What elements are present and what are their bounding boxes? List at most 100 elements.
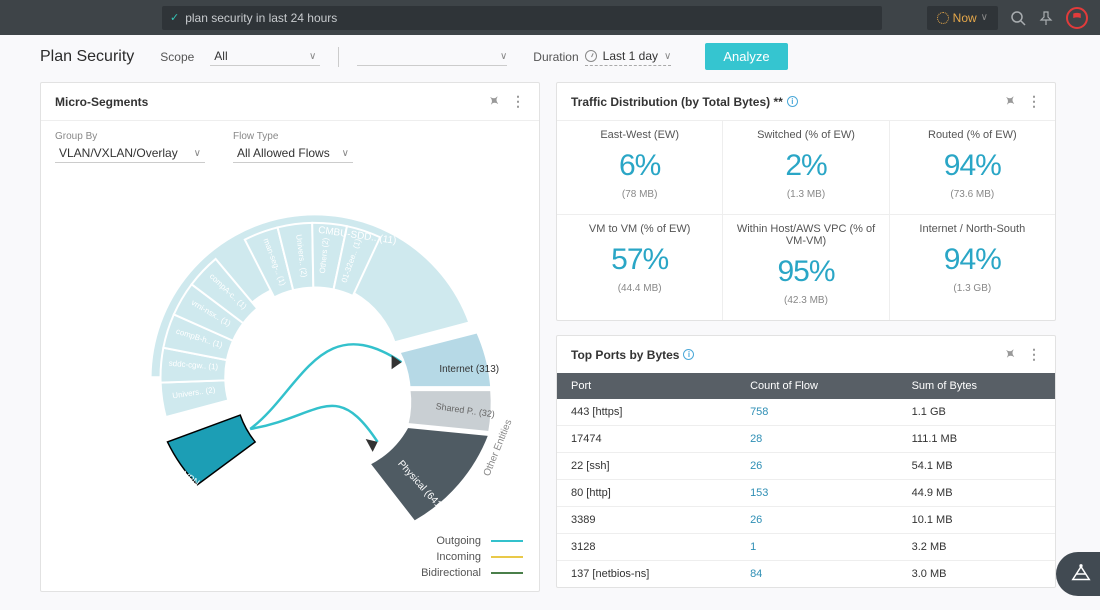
table-row[interactable]: 80 [http] 153 44.9 MB bbox=[557, 480, 1055, 507]
swatch-bidirectional bbox=[491, 572, 523, 574]
table-header[interactable]: Port bbox=[557, 373, 736, 399]
bytes-cell: 44.9 MB bbox=[898, 480, 1055, 507]
stat-value: 6% bbox=[567, 149, 712, 183]
micro-segments-chart[interactable]: CMBU-SDD.. (11) Internet (313) Shared P.… bbox=[41, 178, 539, 556]
pin-icon[interactable] bbox=[1038, 10, 1054, 26]
legend-bidirectional: Bidirectional bbox=[421, 567, 481, 579]
count-cell[interactable]: 28 bbox=[736, 426, 898, 453]
segment-arc[interactable] bbox=[161, 380, 229, 417]
count-cell[interactable]: 84 bbox=[736, 561, 898, 588]
stat-label: East-West (EW) bbox=[567, 129, 712, 141]
legend-outgoing: Outgoing bbox=[436, 535, 481, 547]
table-row[interactable]: 3128 1 3.2 MB bbox=[557, 534, 1055, 561]
page-title: Plan Security bbox=[40, 48, 134, 66]
port-cell: 80 [http] bbox=[557, 480, 736, 507]
scope-label: Scope bbox=[160, 50, 194, 64]
swatch-incoming bbox=[491, 556, 523, 558]
table-row[interactable]: 22 [ssh] 26 54.1 MB bbox=[557, 453, 1055, 480]
secondary-select[interactable]: ∨ bbox=[357, 48, 507, 66]
chevron-down-icon: ∨ bbox=[664, 51, 671, 62]
bytes-cell: 3.2 MB bbox=[898, 534, 1055, 561]
panel-header: Top Ports by Bytes i ✦ ⋮ bbox=[557, 336, 1055, 373]
table-header[interactable]: Sum of Bytes bbox=[898, 373, 1055, 399]
count-cell[interactable]: 26 bbox=[736, 453, 898, 480]
analyze-button[interactable]: Analyze bbox=[705, 43, 787, 70]
duration-label: Duration bbox=[533, 50, 578, 64]
table-row[interactable]: 3389 26 10.1 MB bbox=[557, 507, 1055, 534]
stat-sub: (1.3 MB) bbox=[733, 189, 878, 200]
scope-select[interactable]: All ∨ bbox=[210, 47, 320, 66]
stat-cell[interactable]: Routed (% of EW) 94% (73.6 MB) bbox=[890, 121, 1055, 214]
bytes-cell: 10.1 MB bbox=[898, 507, 1055, 534]
table-row[interactable]: 443 [https] 758 1.1 GB bbox=[557, 399, 1055, 426]
bytes-cell: 111.1 MB bbox=[898, 426, 1055, 453]
clock-icon bbox=[937, 12, 949, 24]
pin-icon[interactable]: ✦ bbox=[1000, 91, 1019, 111]
ports-table: PortCount of FlowSum of Bytes 443 [https… bbox=[557, 373, 1055, 587]
kebab-icon[interactable]: ⋮ bbox=[511, 93, 525, 110]
entity-physical[interactable] bbox=[370, 427, 490, 522]
pin-icon[interactable]: ✦ bbox=[484, 91, 503, 111]
top-bar: ✓ plan security in last 24 hours Now ∨ bbox=[0, 0, 1100, 35]
panel-actions: ✦ ⋮ bbox=[1004, 346, 1041, 363]
left-column: Micro-Segments ✦ ⋮ Group By VLAN/VXLAN/O… bbox=[40, 82, 540, 592]
count-cell[interactable]: 758 bbox=[736, 399, 898, 426]
top-ports-panel: Top Ports by Bytes i ✦ ⋮ PortCount of Fl… bbox=[556, 335, 1056, 588]
content: Micro-Segments ✦ ⋮ Group By VLAN/VXLAN/O… bbox=[0, 82, 1100, 602]
stat-label: Within Host/AWS VPC (% of VM-VM) bbox=[733, 223, 878, 247]
flow-type-label: Flow Type bbox=[233, 131, 353, 142]
stat-cell[interactable]: Within Host/AWS VPC (% of VM-VM) 95% (42… bbox=[723, 215, 888, 320]
panel-header: Micro-Segments ✦ ⋮ bbox=[41, 83, 539, 121]
flag-badge-icon[interactable] bbox=[1066, 7, 1088, 29]
info-icon[interactable]: i bbox=[787, 96, 798, 107]
duration-wrap: Duration Last 1 day ∨ bbox=[533, 47, 671, 66]
table-row[interactable]: 17474 28 111.1 MB bbox=[557, 426, 1055, 453]
stat-value: 95% bbox=[733, 255, 878, 289]
stat-cell[interactable]: Internet / North-South 94% (1.3 GB) bbox=[890, 215, 1055, 320]
bytes-cell: 54.1 MB bbox=[898, 453, 1055, 480]
micro-filters: Group By VLAN/VXLAN/Overlay ∨ Flow Type … bbox=[41, 121, 539, 163]
port-cell: 3389 bbox=[557, 507, 736, 534]
chevron-down-icon: ∨ bbox=[981, 12, 988, 23]
entity-label: Internet (313) bbox=[439, 364, 499, 375]
search-input[interactable]: ✓ plan security in last 24 hours bbox=[162, 6, 882, 30]
count-cell[interactable]: 153 bbox=[736, 480, 898, 507]
stat-cell[interactable]: East-West (EW) 6% (78 MB) bbox=[557, 121, 722, 214]
divider bbox=[338, 47, 339, 67]
stat-sub: (73.6 MB) bbox=[900, 189, 1045, 200]
panel-title: Micro-Segments bbox=[55, 95, 148, 109]
panel-header: Traffic Distribution (by Total Bytes) **… bbox=[557, 83, 1055, 121]
stat-value: 2% bbox=[733, 149, 878, 183]
count-cell[interactable]: 1 bbox=[736, 534, 898, 561]
legend-incoming: Incoming bbox=[436, 551, 481, 563]
table-header[interactable]: Count of Flow bbox=[736, 373, 898, 399]
port-cell: 443 [https] bbox=[557, 399, 736, 426]
legend: Outgoing Incoming Bidirectional bbox=[421, 535, 523, 579]
duration-select[interactable]: Last 1 day ∨ bbox=[585, 47, 672, 66]
stat-sub: (1.3 GB) bbox=[900, 283, 1045, 294]
kebab-icon[interactable]: ⋮ bbox=[1027, 346, 1041, 363]
micro-segments-panel: Micro-Segments ✦ ⋮ Group By VLAN/VXLAN/O… bbox=[40, 82, 540, 592]
now-button[interactable]: Now ∨ bbox=[927, 6, 998, 30]
port-cell: 3128 bbox=[557, 534, 736, 561]
count-cell[interactable]: 26 bbox=[736, 507, 898, 534]
group-by-select[interactable]: VLAN/VXLAN/Overlay ∨ bbox=[55, 144, 205, 163]
help-bubble[interactable] bbox=[1056, 552, 1100, 596]
chevron-down-icon: ∨ bbox=[342, 148, 349, 159]
kebab-icon[interactable]: ⋮ bbox=[1027, 93, 1041, 110]
check-icon: ✓ bbox=[170, 11, 179, 24]
info-icon[interactable]: i bbox=[683, 349, 694, 360]
pin-icon[interactable]: ✦ bbox=[1000, 344, 1019, 364]
group-by-value: VLAN/VXLAN/Overlay bbox=[59, 146, 178, 160]
stat-cell[interactable]: Switched (% of EW) 2% (1.3 MB) bbox=[723, 121, 888, 214]
swatch-outgoing bbox=[491, 540, 523, 542]
top-actions bbox=[1010, 7, 1088, 29]
traffic-grid: East-West (EW) 6% (78 MB)Switched (% of … bbox=[557, 121, 1055, 320]
stat-cell[interactable]: VM to VM (% of EW) 57% (44.4 MB) bbox=[557, 215, 722, 320]
entity-internet[interactable] bbox=[400, 332, 492, 387]
search-text: plan security in last 24 hours bbox=[185, 11, 337, 25]
flow-type-select[interactable]: All Allowed Flows ∨ bbox=[233, 144, 353, 163]
chevron-down-icon: ∨ bbox=[194, 148, 201, 159]
table-row[interactable]: 137 [netbios-ns] 84 3.0 MB bbox=[557, 561, 1055, 588]
search-icon[interactable] bbox=[1010, 10, 1026, 26]
